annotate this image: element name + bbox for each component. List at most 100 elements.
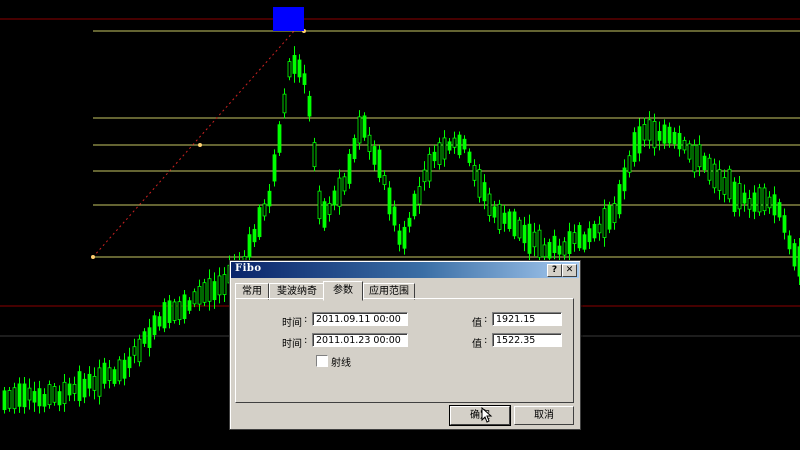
candle-body bbox=[607, 205, 612, 230]
candle-body bbox=[307, 95, 312, 117]
candle-body bbox=[282, 93, 287, 114]
candle-body bbox=[787, 235, 792, 250]
candle-body bbox=[462, 138, 467, 150]
parameters-panel: 时间 : 2011.09.11 00:00 值 : 1921.15 时间 : 2… bbox=[235, 298, 574, 403]
candle-body bbox=[317, 190, 322, 220]
candle-body bbox=[342, 176, 347, 192]
candle-body bbox=[362, 115, 367, 138]
candle-body bbox=[562, 241, 567, 256]
candle-body bbox=[527, 223, 532, 254]
fibo-anchor-point[interactable] bbox=[91, 255, 95, 259]
candle-body bbox=[582, 234, 587, 250]
ray-checkbox[interactable] bbox=[316, 355, 328, 367]
candle-body bbox=[112, 369, 117, 384]
candle-body bbox=[57, 391, 62, 406]
candle-body bbox=[177, 301, 182, 321]
candle-body bbox=[372, 146, 377, 165]
candle-body bbox=[632, 132, 637, 162]
candle-body bbox=[407, 217, 412, 227]
time1-label: 时间 bbox=[282, 318, 302, 329]
candle-body bbox=[62, 381, 67, 404]
candle-body bbox=[22, 383, 27, 408]
candle-body bbox=[782, 215, 787, 233]
candle-body bbox=[502, 212, 507, 224]
dialog-titlebar[interactable]: Fibo ? ✕ bbox=[231, 262, 579, 278]
candle-body bbox=[672, 132, 677, 145]
candle-body bbox=[522, 224, 527, 244]
candle-body bbox=[747, 198, 752, 210]
time1-input[interactable]: 2011.09.11 00:00 bbox=[312, 312, 408, 326]
candle-body bbox=[442, 137, 447, 160]
candle-body bbox=[482, 182, 487, 202]
value2-input[interactable]: 1522.35 bbox=[492, 333, 562, 347]
candle-body bbox=[392, 206, 397, 226]
fibo-mid-point[interactable] bbox=[198, 143, 202, 147]
candle-body bbox=[327, 203, 332, 215]
candle-body bbox=[402, 226, 407, 249]
candle-body bbox=[412, 193, 417, 217]
candle-body bbox=[417, 186, 422, 205]
candle-body bbox=[32, 391, 37, 403]
candle-body bbox=[682, 139, 687, 151]
candle-body bbox=[622, 167, 627, 192]
candle-body bbox=[202, 282, 207, 303]
candle-body bbox=[542, 244, 547, 258]
candle-body bbox=[497, 203, 502, 230]
fibo-trendline bbox=[92, 29, 296, 258]
candle-body bbox=[667, 126, 672, 144]
candle-body bbox=[457, 134, 462, 156]
candle-body bbox=[707, 157, 712, 181]
candle-body bbox=[657, 131, 662, 141]
candle-body bbox=[82, 378, 87, 398]
ray-label: 射线 bbox=[331, 358, 351, 369]
candle-body bbox=[217, 275, 222, 296]
candle-body bbox=[472, 165, 477, 181]
candle-body bbox=[742, 192, 747, 204]
candle-body bbox=[652, 120, 657, 149]
candle-body bbox=[727, 168, 732, 200]
candle-body bbox=[67, 383, 72, 396]
candle-body bbox=[357, 116, 362, 144]
fibo-dialog: Fibo ? ✕ 常用 斐波纳奇 参数 应用范围 时间 : 2011.09.11… bbox=[229, 260, 581, 430]
candle-body bbox=[552, 235, 557, 254]
candle-body bbox=[262, 203, 267, 217]
candle-body bbox=[182, 294, 187, 320]
candle-body bbox=[557, 245, 562, 255]
candle-body bbox=[397, 230, 402, 245]
candle-body bbox=[27, 387, 32, 401]
candle-body bbox=[722, 177, 727, 195]
cancel-button[interactable]: 取消 bbox=[514, 406, 574, 425]
candle-body bbox=[162, 302, 167, 329]
candle-body bbox=[212, 281, 217, 301]
candle-body bbox=[487, 193, 492, 216]
candle-body bbox=[587, 228, 592, 243]
value1-input[interactable]: 1921.15 bbox=[492, 312, 562, 326]
time2-input[interactable]: 2011.01.23 00:00 bbox=[312, 333, 408, 347]
candle-body bbox=[732, 181, 737, 213]
candle-body bbox=[17, 383, 22, 407]
candle-body bbox=[422, 169, 427, 183]
candle-body bbox=[52, 386, 57, 403]
close-button[interactable]: ✕ bbox=[562, 264, 577, 277]
candle-body bbox=[597, 223, 602, 234]
candle-body bbox=[692, 144, 697, 173]
selection-marker[interactable] bbox=[273, 7, 304, 31]
candle-body bbox=[567, 231, 572, 254]
candle-body bbox=[192, 291, 197, 305]
candle-body bbox=[437, 142, 442, 165]
ok-button[interactable]: 确定 bbox=[449, 405, 511, 426]
candle-body bbox=[382, 175, 387, 186]
mouse-cursor-icon bbox=[481, 407, 493, 423]
candle-body bbox=[612, 203, 617, 224]
candle-body bbox=[532, 231, 537, 248]
candle-body bbox=[507, 211, 512, 230]
candle-body bbox=[702, 155, 707, 170]
candle-body bbox=[332, 190, 337, 206]
tab-parameters[interactable]: 参数 bbox=[323, 281, 363, 301]
help-button[interactable]: ? bbox=[547, 264, 562, 277]
candle-body bbox=[72, 383, 77, 394]
candle-body bbox=[167, 300, 172, 323]
candle-body bbox=[737, 183, 742, 210]
candle-body bbox=[352, 138, 357, 160]
candle-body bbox=[252, 228, 257, 243]
